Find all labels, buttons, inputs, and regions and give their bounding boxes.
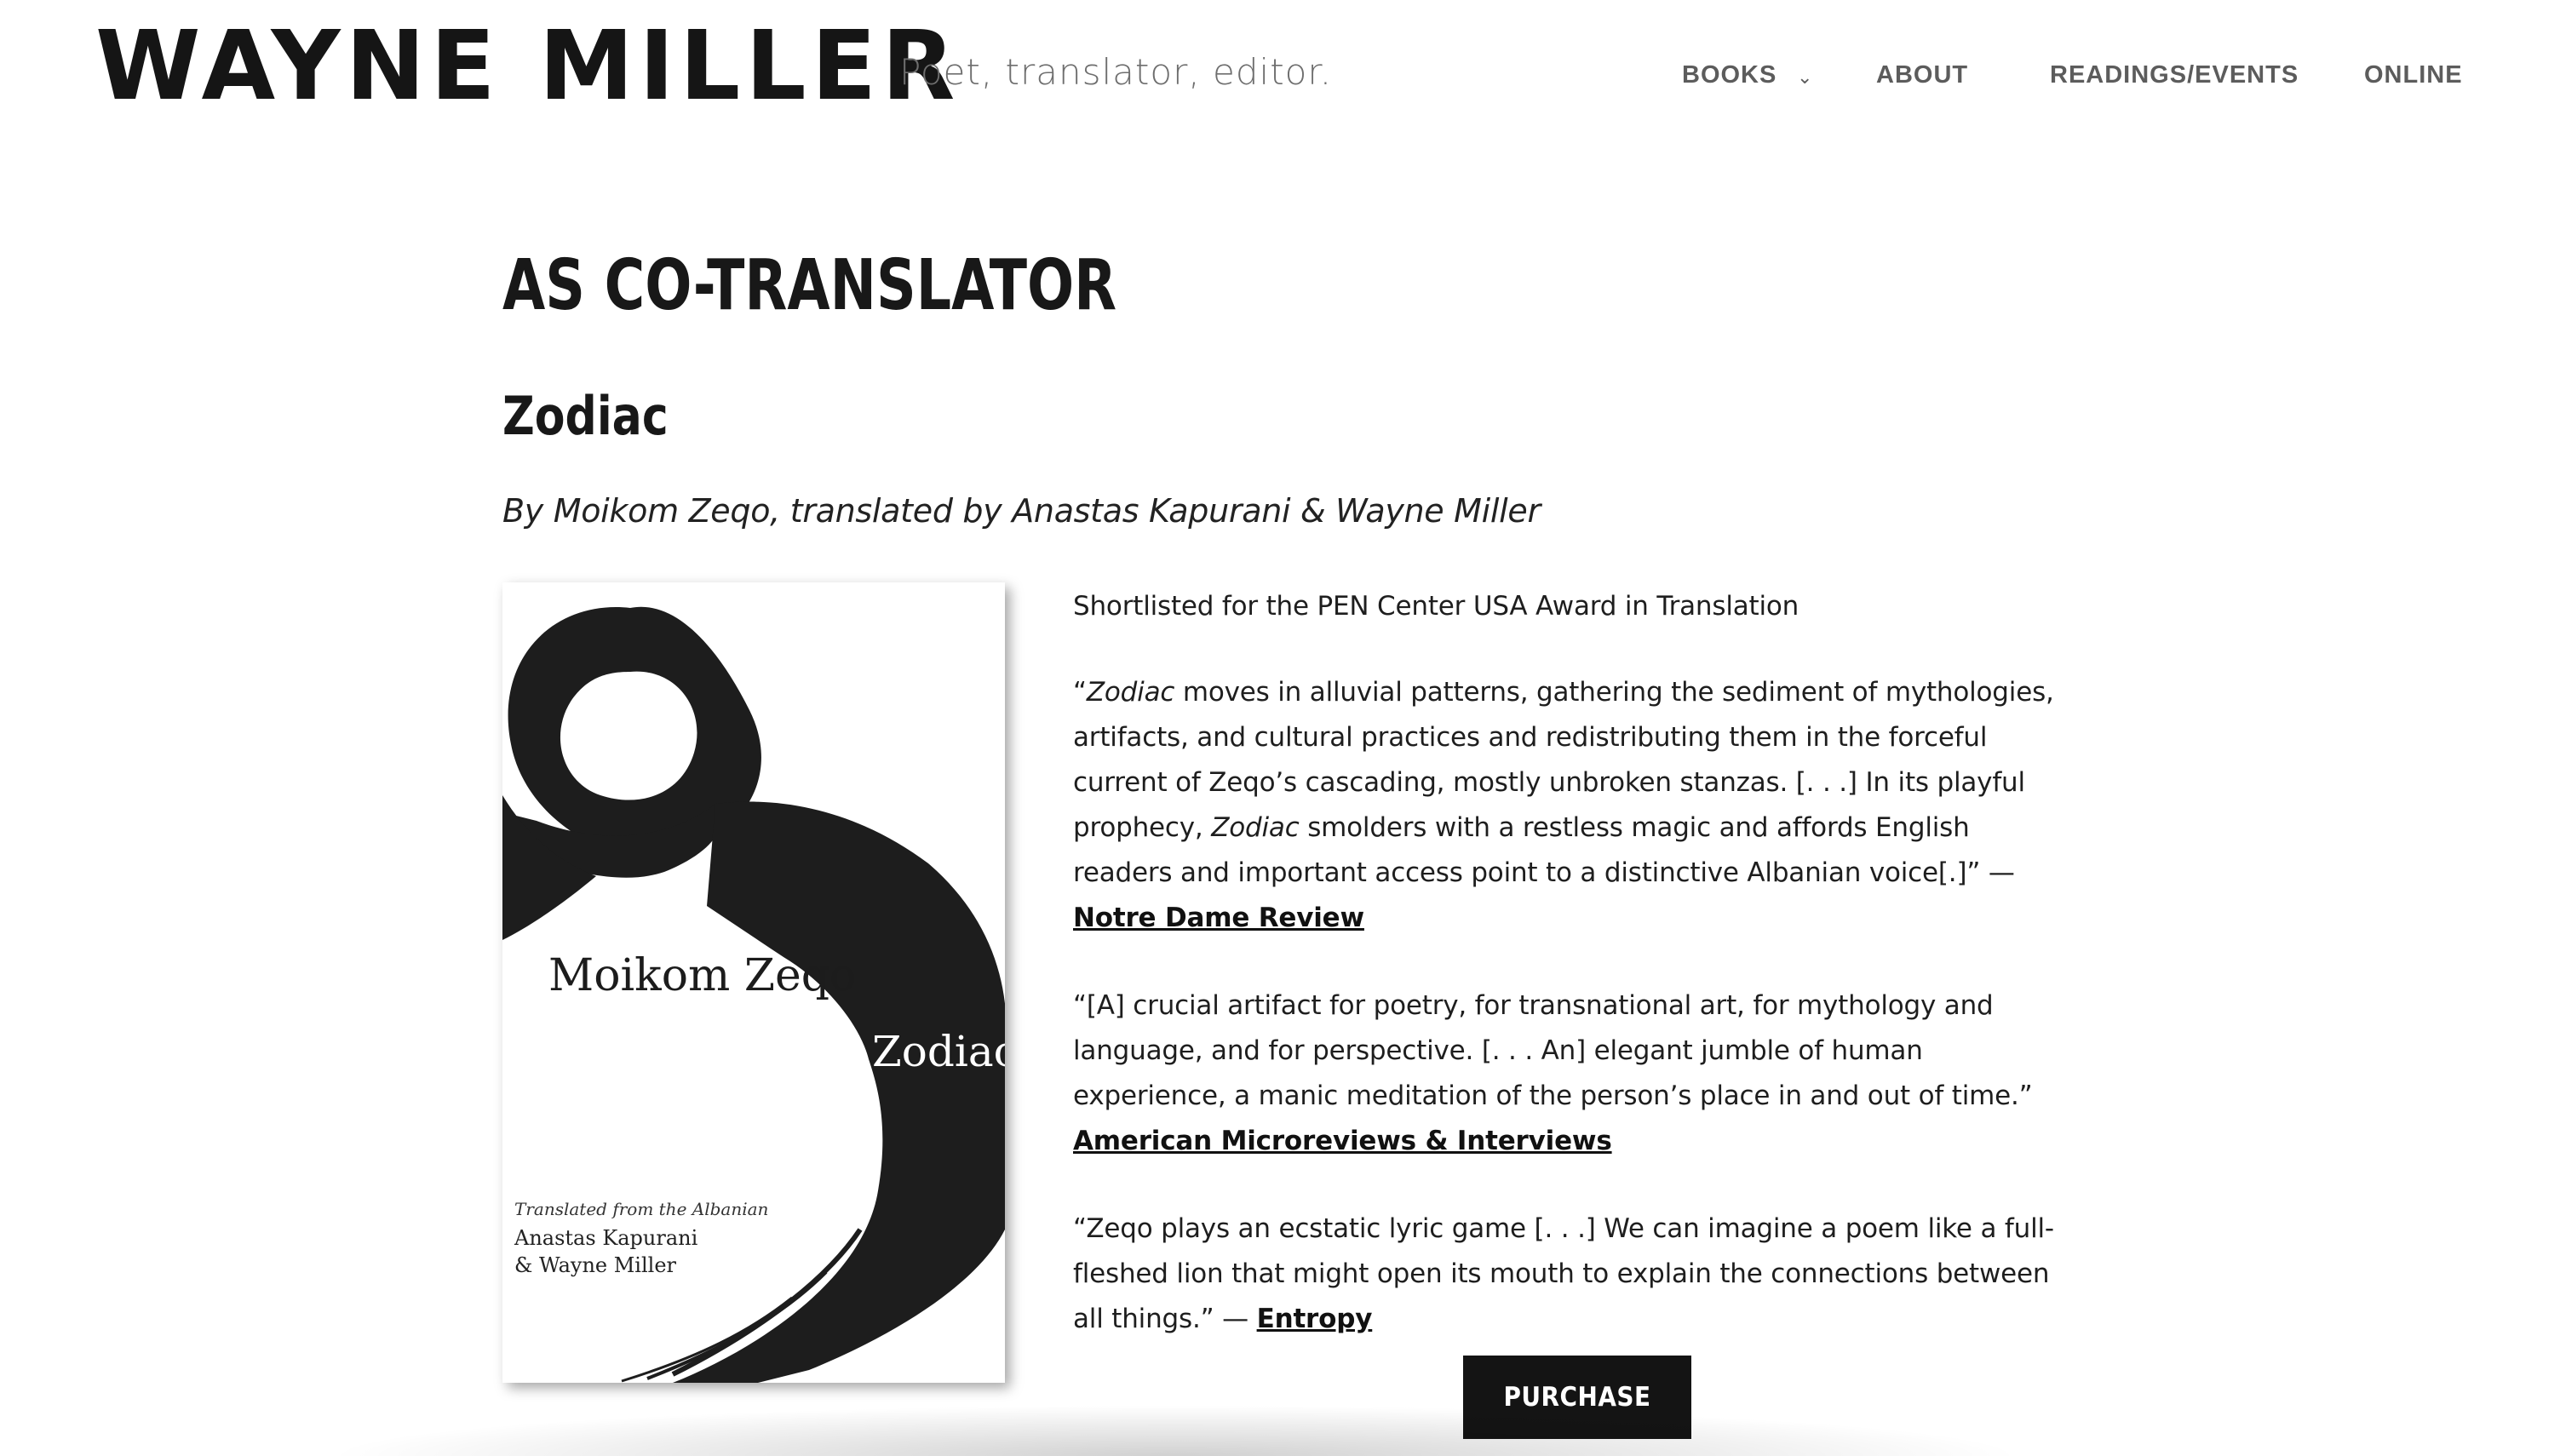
cover-translator: & Wayne Miller	[514, 1253, 677, 1277]
review-quote: “[A] crucial artifact for poetry, for tr…	[1073, 990, 2033, 1156]
book-byline: By Moikom Zeqo, translated by Anastas Ka…	[502, 492, 1541, 530]
section-heading: AS CO-TRANSLATOR	[502, 245, 1117, 326]
book-title: Zodiac	[502, 385, 669, 447]
nav-item-books[interactable]: BOOKS	[1682, 61, 1777, 89]
review-quote: “Zodiac moves in alluvial patterns, gath…	[1073, 677, 2054, 933]
cover-title: Zodiac	[872, 1027, 1005, 1076]
review-source-link[interactable]: American Microreviews & Interviews	[1073, 1126, 1612, 1156]
award-note: Shortlisted for the PEN Center USA Award…	[1073, 591, 1799, 622]
nav-item-online[interactable]: ONLINE	[2364, 61, 2463, 89]
review-quote: “Zeqo plays an ecstatic lyric game [. . …	[1073, 1213, 2054, 1334]
reviews-column: Shortlisted for the PEN Center USA Award…	[1073, 584, 2069, 1384]
chevron-down-icon[interactable]: ⌄	[1797, 61, 1812, 95]
cover-author: Moikom Zeqo	[548, 950, 857, 1001]
nav-item-about[interactable]: ABOUT	[1876, 61, 1968, 89]
nav-item-readings-events[interactable]: READINGS/EVENTS	[2050, 61, 2299, 89]
cover-translated-note: Translated from the Albanian	[514, 1199, 769, 1219]
cover-translator: Anastas Kapurani	[514, 1226, 698, 1250]
book-cover-image[interactable]: Moikom Zeqo Zodiac Translated from the A…	[502, 582, 1005, 1383]
review-source-link[interactable]: Notre Dame Review	[1073, 903, 1364, 933]
review-source-link[interactable]: Entropy	[1257, 1304, 1373, 1334]
main-nav: BOOKS ⌄ ABOUT READINGS/EVENTS ONLINE	[0, 61, 2560, 95]
footer-shadow	[324, 1405, 2027, 1456]
